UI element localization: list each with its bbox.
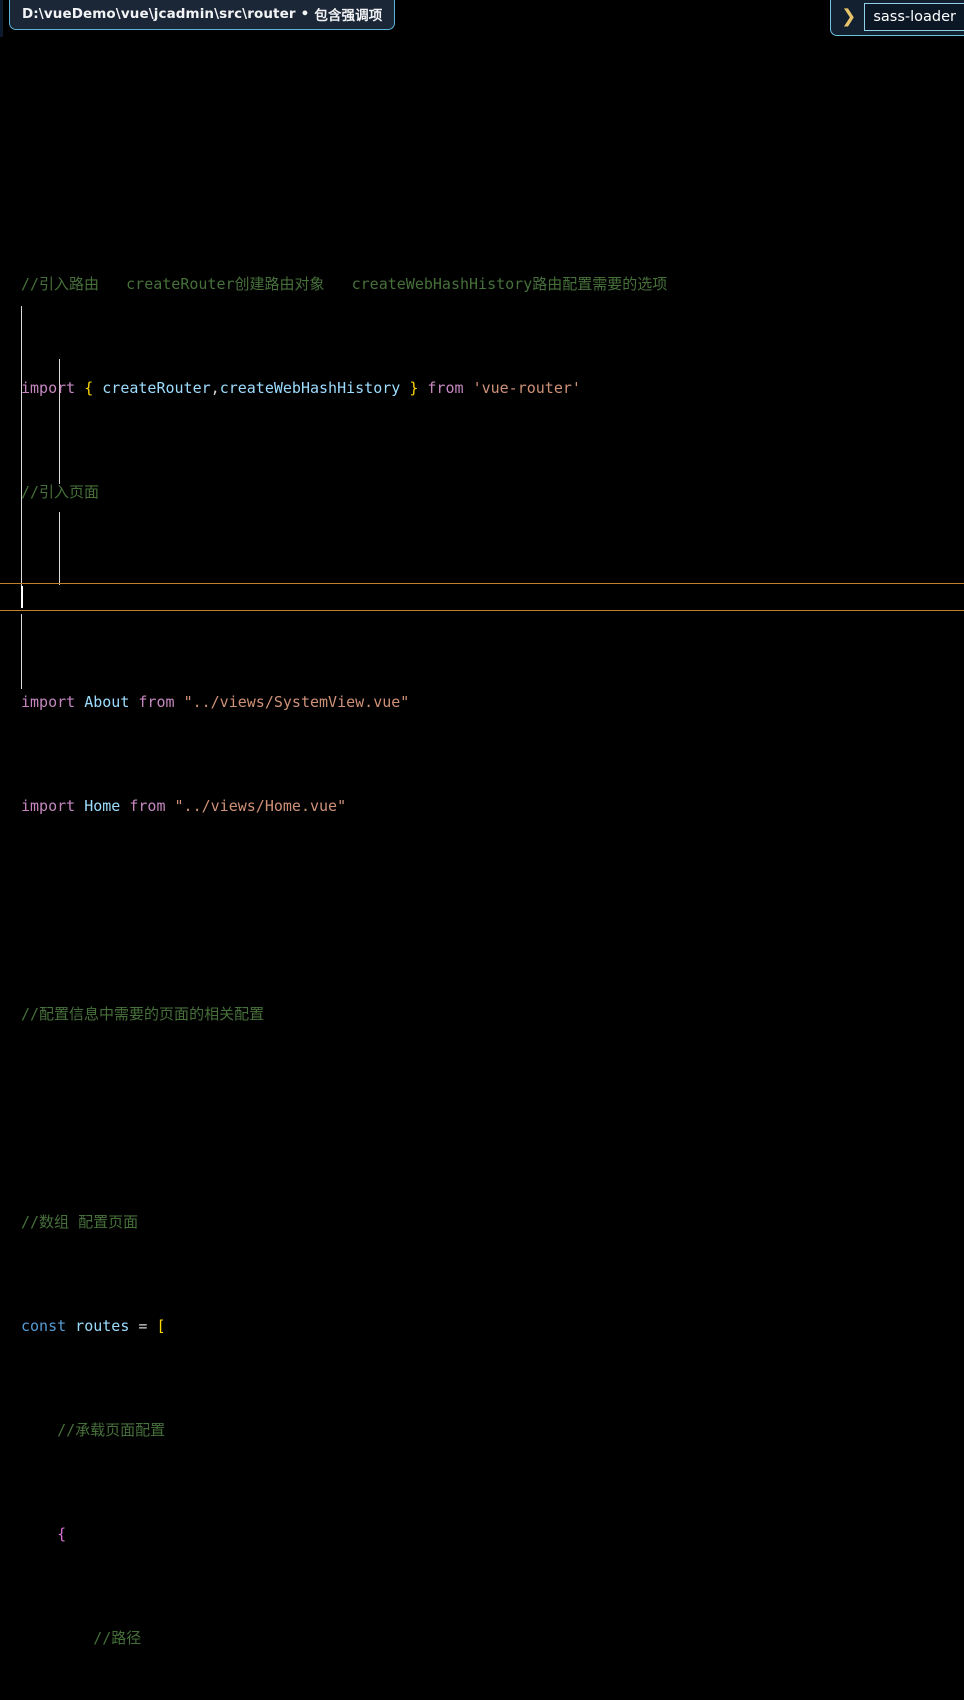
code-token: createRouter [93, 379, 211, 397]
code-line[interactable]: //配置信息中需要的页面的相关配置 [0, 1001, 964, 1027]
code-token: "../views/SystemView.vue" [183, 693, 410, 711]
indent-guide [21, 306, 22, 588]
code-line[interactable]: //引入路由 createRouter创建路由对象 createWebHashH… [0, 271, 964, 297]
code-line[interactable]: import About from "../views/SystemView.v… [0, 689, 964, 715]
code-token: 'vue-router' [472, 379, 581, 397]
code-token: { [57, 1525, 67, 1543]
code-token: //承载页面配置 [21, 1421, 166, 1439]
code-line[interactable] [0, 897, 964, 923]
code-line[interactable]: const routes = [ [0, 1313, 964, 1339]
code-token: routes [66, 1317, 139, 1335]
code-token: from [120, 797, 175, 815]
code-line[interactable]: import { createRouter,createWebHashHisto… [0, 375, 964, 401]
code-token: import [21, 379, 76, 397]
code-token: = [138, 1317, 157, 1335]
code-token: //数组 配置页面 [21, 1213, 139, 1231]
breadcrumb-separator: • [300, 6, 310, 22]
code-line[interactable]: { [0, 1521, 964, 1547]
sass-loader-chip[interactable]: sass-loader [864, 3, 964, 31]
code-token: import [21, 693, 76, 711]
text-caret [21, 586, 23, 608]
indent-guide [21, 614, 22, 689]
sass-loader-popup[interactable]: ❯ sass-loader [830, 0, 964, 36]
code-line[interactable] [0, 1105, 964, 1131]
code-token: //引入页面 [21, 483, 100, 501]
breadcrumb-path: D:\vueDemo\vue\jcadmin\src\router [22, 6, 296, 22]
code-token: //引入路由 createRouter创建路由对象 createWebHashH… [21, 275, 668, 293]
code-token: createWebHashHistory [219, 379, 410, 397]
code-token: Home [75, 797, 121, 815]
code-token: { [84, 379, 94, 397]
indent-guide [59, 512, 60, 585]
code-token: [ [156, 1317, 166, 1335]
code-token: from [418, 379, 473, 397]
code-editor[interactable]: //引入路由 createRouter创建路由对象 createWebHashH… [0, 37, 964, 1647]
breadcrumb[interactable]: D:\vueDemo\vue\jcadmin\src\router • 包含强调… [9, 0, 396, 30]
code-line[interactable]: //承载页面配置 [0, 1417, 964, 1443]
code-content[interactable]: //引入路由 createRouter创建路由对象 createWebHashH… [0, 37, 964, 1700]
code-line-active[interactable] [0, 583, 964, 611]
code-token: import [21, 797, 76, 815]
code-token: , [210, 379, 220, 397]
code-token: const [21, 1317, 67, 1335]
code-token: "../views/Home.vue" [174, 797, 347, 815]
code-token: //配置信息中需要的页面的相关配置 [21, 1005, 265, 1023]
chevron-right-icon[interactable]: ❯ [837, 8, 864, 26]
code-line[interactable]: //引入页面 [0, 479, 964, 505]
breadcrumb-suffix: 包含强调项 [314, 8, 383, 24]
code-line[interactable]: //数组 配置页面 [0, 1209, 964, 1235]
code-token: from [129, 693, 184, 711]
editor-window: D:\vueDemo\vue\jcadmin\src\router • 包含强调… [0, 0, 964, 1647]
code-line[interactable]: //路径 [0, 1625, 964, 1651]
code-token: About [75, 693, 130, 711]
code-token: //路径 [21, 1629, 142, 1647]
code-line[interactable]: import Home from "../views/Home.vue" [0, 793, 964, 819]
